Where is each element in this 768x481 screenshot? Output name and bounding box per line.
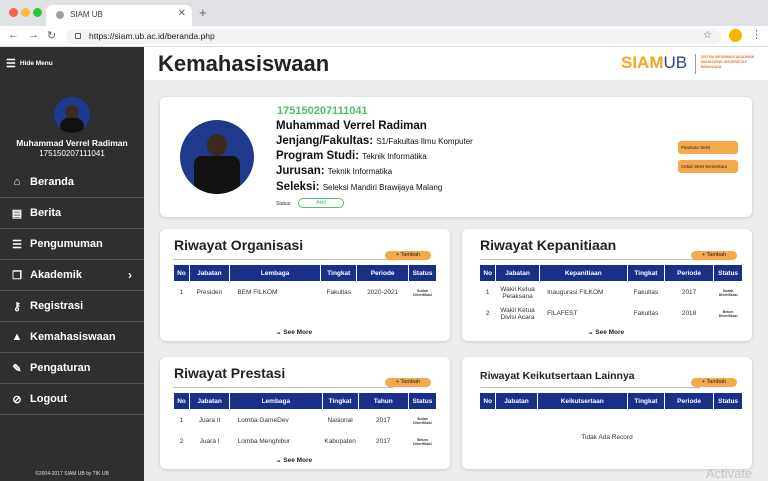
tab-title: SIAM UB [70, 10, 103, 19]
sidebar-item-label: Kemahasiswaan [30, 331, 116, 343]
graduation-cap-icon: ▲ [11, 331, 23, 343]
prestasi-table: No Jabatan Lembaga Tingkat Tahun Status 1 Juar… [172, 392, 438, 452]
see-more-prestasi-link[interactable]: ⌄ See More [276, 456, 312, 464]
copyright: ©2004-2017 SIAM UB by TIK UB [35, 471, 109, 477]
close-window-icon[interactable] [9, 8, 18, 17]
sidebar-item-label: Akademik [30, 269, 82, 281]
hide-menu-label: Hide Menu [19, 60, 53, 68]
empty-record-text: Tidak Ada Record [581, 434, 633, 441]
sidebar-item-akademik[interactable]: ❐ Akademik › [0, 260, 144, 291]
back-icon[interactable]: ← [8, 29, 19, 41]
status-label: Status: [276, 201, 292, 207]
prestasi-title: Riwayat Prestasi [174, 365, 286, 381]
table-row: 1 Juara II Lomba GameDev Nasional 2017 Sudah … [179, 416, 432, 425]
browser-window: SIAM UB ✕ + ← → ↻ https://siam.ub.ac.id/… [0, 0, 768, 481]
status-badge: Aktif [298, 198, 344, 208]
sidebar-item-label: Pengumuman [30, 238, 103, 250]
profile-seleksi: Seleksi: Seleksi Mandiri Brawijaya Malan… [276, 181, 443, 193]
see-more-organisasi-link[interactable]: ⌄ See More [276, 328, 312, 336]
minimize-window-icon[interactable] [21, 8, 30, 17]
key-icon: ⚷ [12, 300, 22, 313]
bookmark-star-icon[interactable]: ☆ [703, 30, 712, 41]
browser-tab[interactable]: SIAM UB ✕ [46, 5, 192, 26]
sidebar-item-label: Registrasi [30, 300, 84, 312]
sidebar-user-name: Muhammad Verrel Radiman [16, 138, 128, 148]
table-row: 1 Wakil Ketua Pelaksana Inaugurasi FILKOM F… [485, 285, 738, 300]
prestasi-card: Riwayat Prestasi + Tambah No Jabatan Lemba… [160, 357, 450, 469]
lock-icon [75, 33, 81, 39]
sidebar-item-label: Logout [30, 393, 68, 405]
document-icon: ❐ [12, 269, 22, 282]
sidebar-item-registrasi[interactable]: ⚷ Registrasi [0, 291, 144, 322]
sidebar-item-berita[interactable]: ▤ Berita [0, 198, 144, 229]
sidebar-user-nim: 175150207111041 [39, 149, 105, 158]
sidebar-item-label: Beranda [30, 176, 75, 188]
tambah-kepanitiaan-button[interactable]: + Tambah [691, 251, 737, 260]
table-row: 1 Presiden BEM FILKOM Fakultas 2020-2021 Suda… [179, 288, 432, 297]
browser-menu-icon[interactable]: ⋮ [751, 28, 762, 41]
tambah-organisasi-button[interactable]: + Tambah [385, 251, 431, 260]
lainnya-table: No Jabatan Keikutsertaan Tingkat Periode Stat… [478, 392, 743, 410]
siam-ub-logo: SIAMUB SISTEM INFORMASI AKADEMIK MAHASIS… [621, 53, 755, 74]
sidebar-item-logout[interactable]: ⊘ Logout [0, 384, 144, 415]
kepanitiaan-title: Riwayat Kepanitiaan [480, 237, 617, 253]
globe-icon [56, 11, 64, 19]
activate-watermark: Activate [706, 466, 753, 481]
organisasi-card: Riwayat Organisasi + Tambah No Jabatan Lem… [160, 229, 450, 341]
chevron-down-icon: ⌄ [276, 457, 282, 464]
sidebar-item-pengaturan[interactable]: ✎ Pengaturan [0, 353, 144, 384]
chevron-down-icon: ⌄ [588, 329, 594, 336]
newspaper-icon: ▤ [11, 207, 23, 220]
home-icon: ⌂ [13, 176, 21, 188]
cetak-skm-button[interactable]: Cetak SKM Sementara [678, 160, 738, 173]
chevron-right-icon: › [128, 268, 132, 282]
sidebar-item-pengumuman[interactable]: ☰ Pengumuman [0, 229, 144, 260]
new-tab-icon[interactable]: + [199, 5, 207, 20]
wrench-icon: ✎ [12, 362, 22, 375]
sidebar: ☰ Hide Menu Muhammad Verrel Radiman 17515… [0, 47, 144, 481]
profile-nim: 175150207111041 [277, 105, 368, 117]
tambah-lainnya-button[interactable]: + Tambah [691, 378, 737, 387]
kepanitiaan-card: Riwayat Kepanitiaan + Tambah No Jabatan Ke… [462, 229, 752, 341]
profile-photo [180, 120, 254, 194]
profile-name: Muhammad Verrel Radiman [276, 120, 427, 132]
page-header: Kemahasiswaan SIAMUB SISTEM INFORMASI AK… [144, 47, 768, 80]
clipboard-icon: ☰ [12, 238, 22, 251]
table-row: 2 Wakil Ketua Divisi Acara FILAFEST Fakulta… [485, 306, 738, 321]
main-content: Kemahasiswaan SIAMUB SISTEM INFORMASI AK… [144, 47, 768, 481]
see-more-kepanitiaan-link[interactable]: ⌄ See More [588, 328, 624, 336]
sidebar-item-kemahasiswaan[interactable]: ▲ Kemahasiswaan [0, 322, 144, 353]
lainnya-card: Riwayat Keikutsertaan Lainnya + Tambah N… [462, 357, 752, 469]
sidebar-menu: ⌂ Beranda ▤ Berita ☰ Pengumuman ❐ Akademik › … [0, 167, 144, 415]
logout-icon: ⊘ [12, 393, 22, 406]
table-row: 2 Juara I Lomba Menghibur Kabupaten 2017 Belu… [179, 437, 432, 446]
panduan-skm-button[interactable]: Panduan SKM [678, 141, 738, 154]
chevron-down-icon: ⌄ [276, 329, 282, 336]
profile-avatar-icon[interactable] [729, 29, 742, 42]
maximize-window-icon[interactable] [33, 8, 42, 17]
sidebar-item-label: Berita [30, 207, 62, 219]
organisasi-title: Riwayat Organisasi [174, 237, 304, 253]
sidebar-item-label: Pengaturan [30, 362, 91, 374]
tab-strip: SIAM UB ✕ + [0, 0, 768, 26]
kepanitiaan-table: No Jabatan Kepanitiaan Tingkat Periode Status… [478, 264, 743, 324]
address-bar: ← → ↻ https://siam.ub.ac.id/beranda.php … [0, 26, 768, 47]
forward-icon[interactable]: → [28, 29, 39, 41]
url-field[interactable]: https://siam.ub.ac.id/beranda.php ☆ [66, 29, 722, 44]
tambah-prestasi-button[interactable]: + Tambah [385, 378, 431, 387]
lainnya-title: Riwayat Keikutsertaan Lainnya [480, 370, 635, 382]
sidebar-item-beranda[interactable]: ⌂ Beranda [0, 167, 144, 198]
avatar [54, 97, 90, 133]
hide-menu-button[interactable]: ☰ Hide Menu [6, 57, 53, 70]
profile-card: 175150207111041 Muhammad Verrel Radiman … [160, 97, 752, 217]
reload-icon[interactable]: ↻ [47, 29, 56, 42]
close-tab-icon[interactable]: ✕ [178, 8, 186, 19]
organisasi-table: No Jabatan Lembaga Tingkat Periode Status 1 Pr… [173, 264, 437, 304]
profile-fakultas: Jenjang/Fakultas: S1/Fakultas Ilmu Kompu… [276, 135, 473, 147]
profile-jurusan: Jurusan: Teknik Informatika [276, 165, 393, 177]
hamburger-icon: ☰ [6, 58, 16, 70]
page-title: Kemahasiswaan [158, 51, 330, 76]
profile-prodi: Program Studi: Teknik Informatika [276, 150, 427, 162]
url-text: https://siam.ub.ac.id/beranda.php [89, 31, 215, 41]
